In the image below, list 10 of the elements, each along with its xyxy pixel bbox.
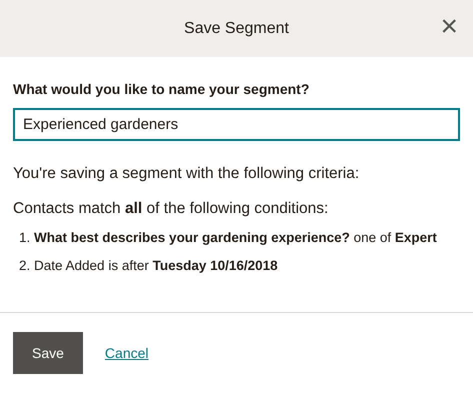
match-text: Contacts match all of the following conditions: (13, 200, 330, 218)
summary-text: You're saving a segment with the following criteria: (13, 165, 360, 183)
condition-item: 1. What best describes your gardening experience? one of Expert (19, 230, 438, 245)
segment-name-field[interactable]: Experienced gardeners (13, 108, 460, 141)
field-label: What would you like to name your segment? (13, 81, 310, 97)
dialog-title: Save Segment (184, 20, 289, 38)
condition-item: 2. Date Added is after Tuesday 10/16/2018 (19, 258, 279, 273)
cancel-link[interactable]: Cancel (104, 345, 149, 361)
save-button[interactable]: Save (13, 332, 83, 374)
close-button[interactable]: × (438, 12, 460, 42)
